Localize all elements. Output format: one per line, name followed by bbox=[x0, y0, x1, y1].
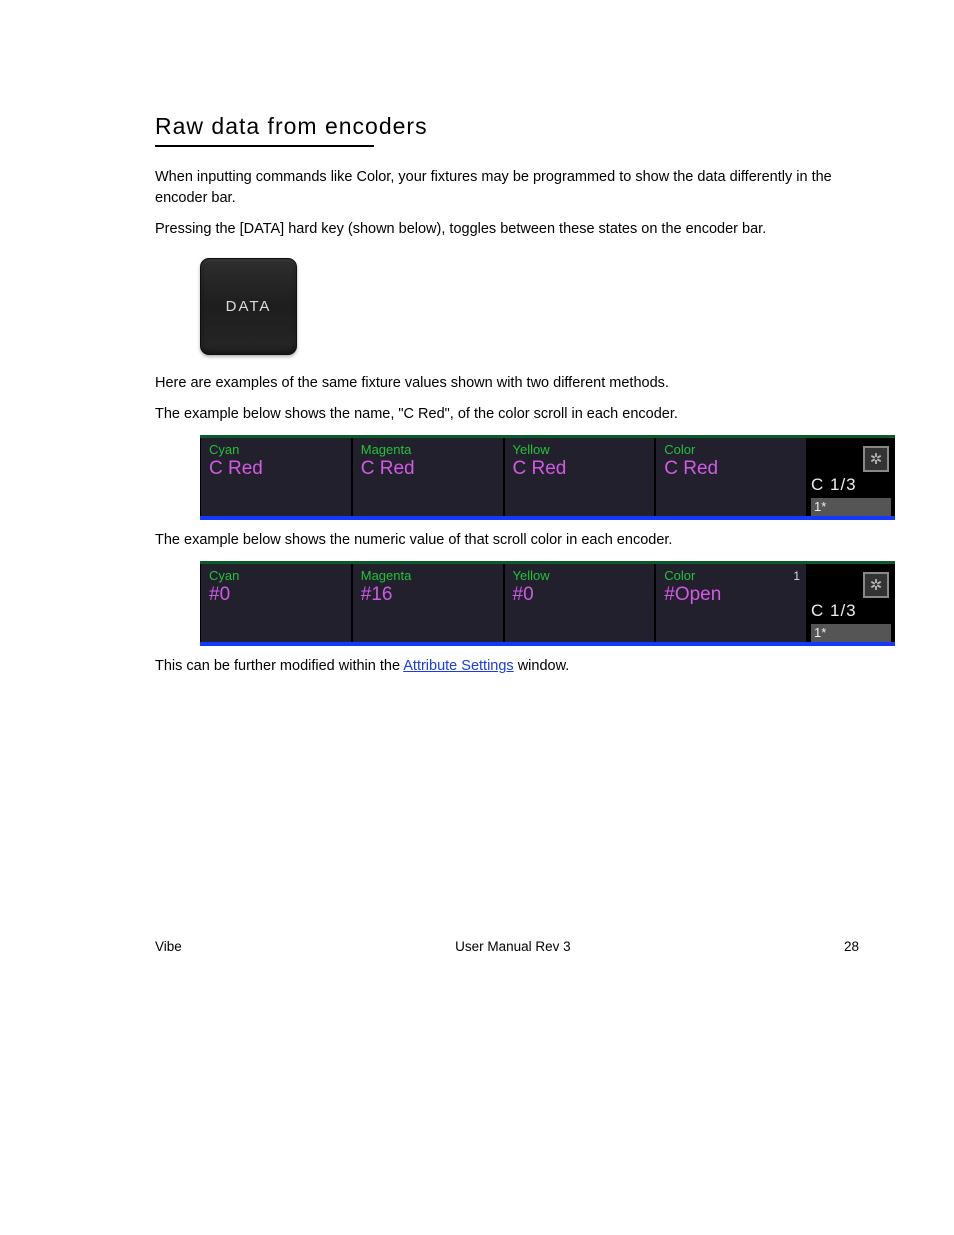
footer-page: 28 bbox=[844, 937, 859, 957]
encoder-bar-numeric: Cyan #0 Magenta #16 Yellow #0 Color 1 #O… bbox=[200, 561, 895, 646]
encoder-page-indicator: C 1/3 bbox=[811, 599, 857, 624]
encoder-label: Yellow bbox=[513, 443, 647, 456]
example1-caption: The example below shows the name, "C Red… bbox=[155, 404, 879, 425]
encoder-cell-yellow[interactable]: Yellow #0 bbox=[504, 564, 656, 642]
encoder-bar-named: Cyan C Red Magenta C Red Yellow C Red Co… bbox=[200, 435, 895, 520]
encoder-cell-magenta[interactable]: Magenta #16 bbox=[352, 564, 504, 642]
gear-icon[interactable]: ✲ bbox=[863, 446, 889, 472]
intro-para-2: Pressing the [DATA] hard key (shown belo… bbox=[155, 219, 879, 240]
encoder-cell-yellow[interactable]: Yellow C Red bbox=[504, 438, 656, 516]
encoder-value: #0 bbox=[513, 584, 647, 606]
section-heading: Raw data from encoders bbox=[155, 110, 879, 143]
encoder-cell-color[interactable]: Color C Red bbox=[655, 438, 807, 516]
heading-rule bbox=[155, 145, 374, 147]
encoder-value: C Red bbox=[209, 458, 343, 480]
encoder-cell-cyan[interactable]: Cyan C Red bbox=[200, 438, 352, 516]
encoder-value: #0 bbox=[209, 584, 343, 606]
encoder-label: Cyan bbox=[209, 569, 343, 582]
encoder-footer: 1* bbox=[811, 624, 891, 643]
attribute-settings-link[interactable]: Attribute Settings bbox=[403, 658, 513, 674]
page-footer: Vibe User Manual Rev 3 28 bbox=[155, 937, 879, 957]
encoder-label: Color bbox=[664, 443, 798, 456]
encoder-index: 1 bbox=[793, 568, 800, 585]
encoder-value: #16 bbox=[361, 584, 495, 606]
footer-manual: User Manual Rev 3 bbox=[455, 937, 571, 957]
encoder-label: Cyan bbox=[209, 443, 343, 456]
encoder-value: C Red bbox=[513, 458, 647, 480]
encoder-value: C Red bbox=[664, 458, 798, 480]
encoder-page-indicator: C 1/3 bbox=[811, 473, 857, 498]
encoder-footer: 1* bbox=[811, 498, 891, 517]
gear-icon[interactable]: ✲ bbox=[863, 572, 889, 598]
afterword: This can be further modified within the … bbox=[155, 656, 879, 677]
encoder-cell-color[interactable]: Color 1 #Open bbox=[655, 564, 807, 642]
encoder-label: Magenta bbox=[361, 443, 495, 456]
encoder-value: #Open bbox=[664, 584, 798, 606]
encoder-label: Color bbox=[664, 569, 798, 582]
encoder-cell-magenta[interactable]: Magenta C Red bbox=[352, 438, 504, 516]
footer-product: Vibe bbox=[155, 937, 182, 957]
encoder-control-panel: ✲ C 1/3 1* bbox=[807, 564, 895, 642]
encoder-label: Magenta bbox=[361, 569, 495, 582]
encoder-cell-cyan[interactable]: Cyan #0 bbox=[200, 564, 352, 642]
data-hard-key[interactable]: DATA bbox=[200, 258, 297, 355]
example2-caption: The example below shows the numeric valu… bbox=[155, 530, 879, 551]
encoder-label: Yellow bbox=[513, 569, 647, 582]
examples-intro: Here are examples of the same fixture va… bbox=[155, 373, 879, 394]
encoder-value: C Red bbox=[361, 458, 495, 480]
encoder-control-panel: ✲ C 1/3 1* bbox=[807, 438, 895, 516]
intro-para-1: When inputting commands like Color, your… bbox=[155, 167, 879, 209]
